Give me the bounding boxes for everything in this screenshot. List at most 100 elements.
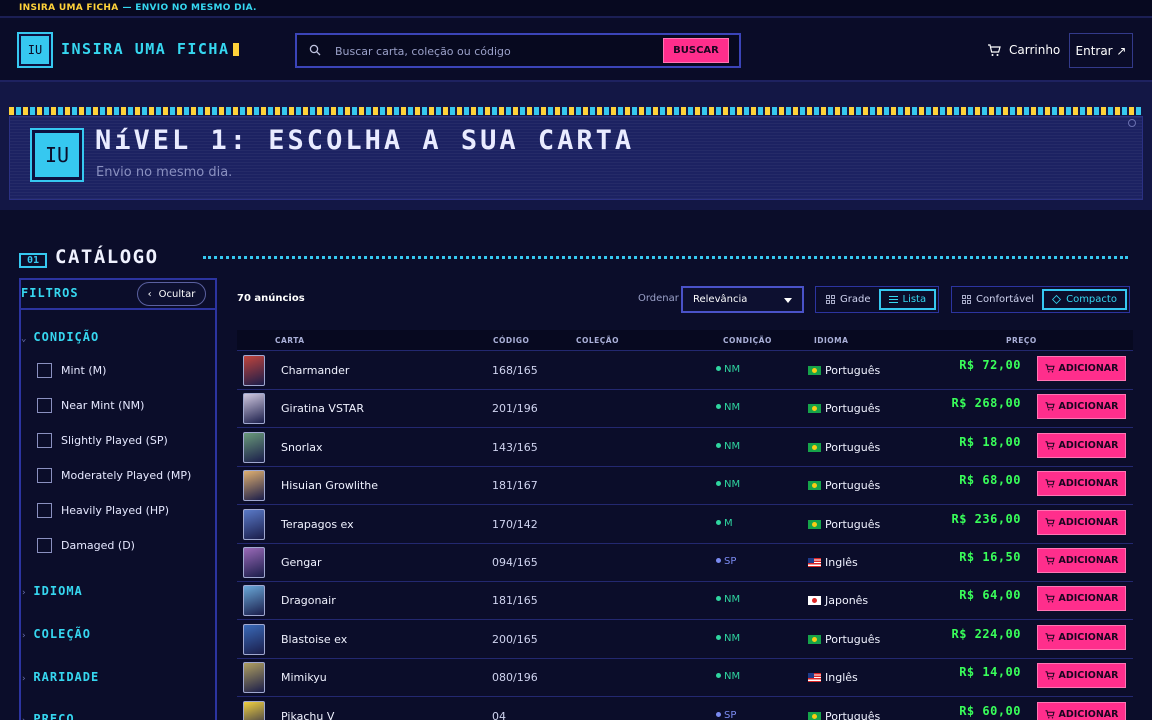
add-to-cart-button[interactable]: ADICIONAR — [1037, 356, 1126, 381]
card-name[interactable]: Hisuian Growlithe — [281, 479, 378, 492]
filter-option-label: Near Mint (NM) — [61, 399, 145, 412]
filter-option-slightly-played[interactable]: Slightly Played (SP) — [37, 433, 168, 448]
table-row[interactable]: Terapagos ex 170/142 M Português R$ 236,00 AD… — [237, 506, 1133, 544]
card-language: Português — [808, 402, 880, 415]
logo-badge[interactable]: IU — [19, 34, 51, 66]
card-name[interactable]: Pikachu V — [281, 710, 334, 720]
table-row[interactable]: Blastoise ex 200/165 NM Português R$ 224,00 A… — [237, 621, 1133, 659]
checkbox[interactable] — [37, 503, 52, 518]
add-to-cart-button[interactable]: ADICIONAR — [1037, 432, 1126, 458]
search-button[interactable]: BUSCAR — [663, 38, 729, 63]
card-thumbnail[interactable] — [243, 431, 265, 463]
cart-icon — [1045, 441, 1055, 450]
status-dot-icon — [716, 558, 721, 563]
order-label: Ordenar — [638, 293, 679, 304]
cart-label: Carrinho — [1009, 43, 1061, 57]
add-to-cart-button[interactable]: ADICIONAR — [1037, 624, 1126, 650]
card-thumbnail[interactable] — [243, 470, 265, 502]
table-row[interactable]: Gengar 094/165 SP Inglês R$ 16,50 ADICIONAR — [237, 544, 1133, 582]
checkbox[interactable] — [37, 363, 52, 378]
card-thumbnail[interactable] — [243, 547, 265, 578]
card-condition: SP — [716, 710, 736, 720]
add-to-cart-button[interactable]: ADICIONAR — [1037, 509, 1126, 535]
filter-option-mint[interactable]: Mint (M) — [37, 363, 106, 378]
search-input[interactable] — [335, 41, 655, 61]
cart-icon — [1045, 671, 1055, 680]
status-dot-icon — [716, 519, 721, 525]
cart-icon — [1045, 633, 1055, 642]
logo-text[interactable]: INSIRA UMA FICHA — [61, 40, 239, 58]
card-name[interactable]: Dragonair — [281, 594, 336, 607]
view-list-button[interactable]: Lista — [878, 289, 937, 310]
section-number: 01 — [19, 253, 47, 268]
add-to-cart-button[interactable]: ADICIONAR — [1037, 701, 1126, 720]
density-compact-button[interactable]: Compacto — [1042, 289, 1127, 310]
hero-subtitle: Envio no mesmo dia. — [96, 165, 233, 180]
card-thumbnail[interactable] — [243, 623, 265, 655]
filter-option-moderately-played[interactable]: Moderately Played (MP) — [37, 468, 191, 483]
facet-rarity[interactable]: › RARIDADE — [21, 670, 99, 684]
card-thumbnail[interactable] — [243, 355, 265, 386]
language-label: Português — [825, 517, 881, 531]
facet-language[interactable]: › IDIOMA — [21, 584, 83, 598]
card-condition: NM — [716, 633, 740, 644]
column-condition: CONDIÇÃO — [723, 336, 772, 345]
card-name[interactable]: Gengar — [281, 556, 322, 569]
add-to-cart-button[interactable]: ADICIONAR — [1037, 586, 1126, 612]
login-button[interactable]: Entrar ↗ — [1069, 33, 1133, 68]
density-comfortable-button[interactable]: Confortável — [954, 289, 1042, 310]
add-to-cart-button[interactable]: ADICIONAR — [1037, 663, 1126, 689]
card-thumbnail[interactable] — [243, 393, 265, 425]
cart-link[interactable]: Carrinho — [987, 43, 1060, 57]
filter-option-near-mint[interactable]: Near Mint (NM) — [37, 398, 144, 413]
filter-option-label: Mint (M) — [61, 364, 107, 377]
facet-collection[interactable]: › COLEÇÃO — [21, 627, 91, 641]
table-row[interactable]: Pikachu V 04 SP Português R$ 60,00 ADICIONAR — [237, 698, 1133, 720]
order-select[interactable]: Relevância — [681, 286, 804, 313]
card-thumbnail[interactable] — [243, 662, 265, 694]
table-row[interactable]: Snorlax 143/165 NM Português R$ 18,00 ADICION… — [237, 429, 1133, 467]
filter-option-damaged[interactable]: Damaged (D) — [37, 538, 135, 553]
checkbox[interactable] — [37, 468, 52, 483]
add-to-cart-button[interactable]: ADICIONAR — [1037, 548, 1126, 573]
checkbox[interactable] — [37, 538, 52, 553]
add-to-cart-button[interactable]: ADICIONAR — [1037, 471, 1126, 497]
card-language: Português — [808, 633, 880, 646]
cart-icon — [1045, 364, 1055, 373]
card-name[interactable]: Giratina VSTAR — [281, 402, 364, 415]
card-condition: NM — [716, 594, 740, 605]
table-row[interactable]: Dragonair 181/165 NM Japonês R$ 64,00 ADICION… — [237, 582, 1133, 621]
add-to-cart-button[interactable]: ADICIONAR — [1037, 394, 1126, 420]
card-thumbnail[interactable] — [243, 700, 265, 720]
card-price: R$ 60,00 — [959, 703, 1021, 718]
card-thumbnail[interactable] — [243, 508, 265, 540]
column-collection: COLEÇÃO — [576, 336, 619, 345]
facet-condition[interactable]: ⌄ CONDIÇÃO — [21, 330, 99, 344]
filter-option-heavily-played[interactable]: Heavily Played (HP) — [37, 503, 169, 518]
view-grid-button[interactable]: Grade — [818, 289, 879, 310]
hide-filters-button[interactable]: ‹ Ocultar — [137, 282, 206, 306]
table-header: CARTA CÓDIGO COLEÇÃO CONDIÇÃO IDIOMA PRE… — [237, 330, 1133, 351]
facet-label: RARIDADE — [33, 670, 100, 684]
chevron-right-icon: › — [21, 674, 28, 684]
table-row[interactable]: Mimikyu 080/196 NM Inglês R$ 14,00 ADICIONAR — [237, 659, 1133, 698]
facet-condition-label: CONDIÇÃO — [33, 330, 100, 344]
cart-icon — [1045, 517, 1055, 527]
card-name[interactable]: Charmander — [281, 364, 349, 377]
checkbox[interactable] — [37, 433, 52, 448]
table-row[interactable]: Giratina VSTAR 201/196 NM Português R$ 268,0… — [237, 390, 1133, 429]
facet-price[interactable]: › PREÇO — [21, 712, 75, 720]
card-name[interactable]: Snorlax — [281, 441, 323, 454]
card-name[interactable]: Mimikyu — [281, 671, 327, 684]
status-dot-icon — [716, 634, 721, 640]
card-name[interactable]: Blastoise ex — [281, 633, 347, 646]
table-row[interactable]: Hisuian Growlithe 181/167 NM Português R$ 68… — [237, 467, 1133, 506]
card-name[interactable]: Terapagos ex — [281, 518, 354, 531]
card-thumbnail[interactable] — [243, 585, 265, 617]
table-row[interactable]: Charmander 168/165 NM Português R$ 72,00 ADIC… — [237, 352, 1133, 390]
checkbox[interactable] — [37, 398, 52, 413]
section-divider — [203, 256, 1128, 259]
card-code: 143/165 — [492, 440, 538, 454]
card-price: R$ 64,00 — [959, 588, 1021, 603]
status-dot-icon — [716, 442, 721, 448]
